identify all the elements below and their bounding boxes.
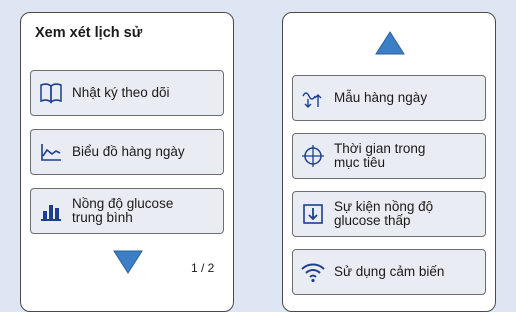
daily-pattern-icon: [300, 85, 326, 111]
average-glucose-button[interactable]: Nồng độ glucose trung bình: [30, 188, 224, 234]
up-arrow-icon[interactable]: [375, 31, 405, 60]
history-review-screen-page-2: Mẫu hàng ngày Thời gian trong mục tiêu S…: [282, 12, 496, 312]
line-graph-icon: [38, 139, 64, 165]
sensor-signal-icon: [300, 259, 326, 285]
average-glucose-label: Nồng độ glucose trung bình: [72, 196, 174, 225]
low-glucose-events-button[interactable]: Sự kiện nồng độ glucose thấp: [292, 191, 486, 237]
target-icon: [300, 143, 326, 169]
history-review-screen: Xem xét lịch sử Nhật ký theo dõi Biểu đồ…: [20, 12, 234, 312]
daily-patterns-button[interactable]: Mẫu hàng ngày: [292, 75, 486, 121]
time-in-target-label: Thời gian trong mục tiêu: [334, 141, 426, 170]
bar-chart-icon: [38, 198, 64, 224]
screen-title: Xem xét lịch sử: [35, 25, 143, 41]
daily-patterns-label: Mẫu hàng ngày: [334, 90, 428, 105]
time-in-target-button[interactable]: Thời gian trong mục tiêu: [292, 133, 486, 179]
sensor-usage-button[interactable]: Sử dụng cảm biến: [292, 249, 486, 295]
page-indicator: 1 / 2: [191, 261, 215, 275]
daily-graph-label: Biểu đồ hàng ngày: [72, 144, 185, 159]
low-glucose-events-label: Sự kiện nồng độ glucose thấp: [334, 199, 434, 228]
low-glucose-icon: [300, 201, 326, 227]
logbook-button[interactable]: Nhật ký theo dõi: [30, 70, 224, 116]
down-arrow-icon[interactable]: [113, 250, 143, 279]
sensor-usage-label: Sử dụng cảm biến: [334, 264, 445, 279]
daily-graph-button[interactable]: Biểu đồ hàng ngày: [30, 129, 224, 175]
book-icon: [38, 80, 64, 106]
logbook-label: Nhật ký theo dõi: [72, 85, 170, 100]
